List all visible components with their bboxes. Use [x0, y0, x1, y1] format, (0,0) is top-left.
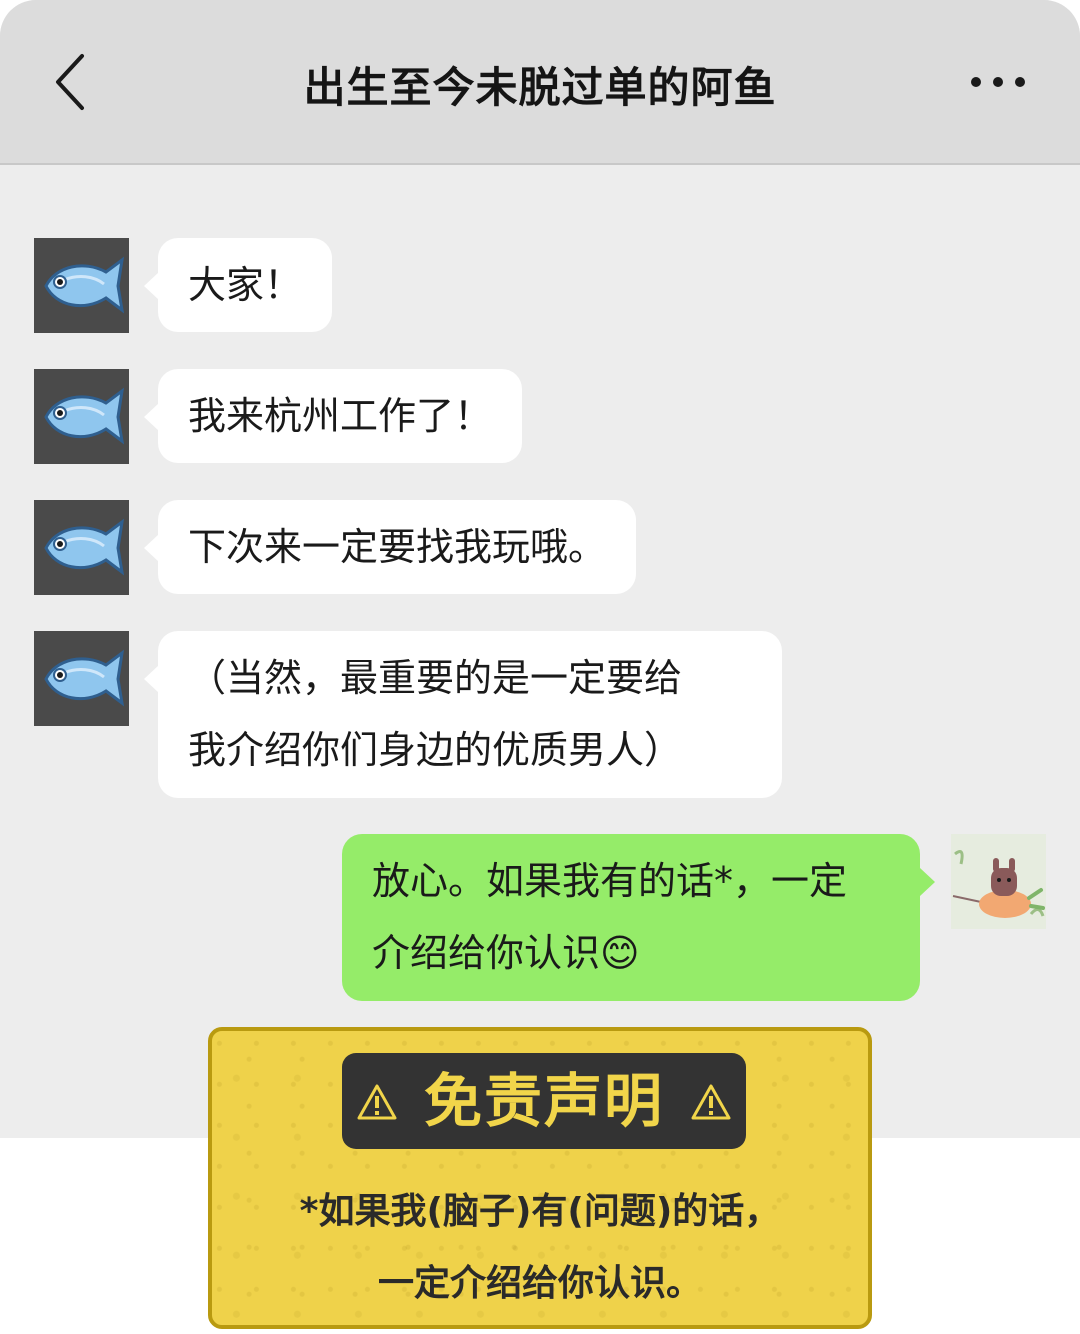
message-text: 我来杭州工作了！ — [188, 394, 493, 438]
fish-icon — [44, 649, 125, 707]
disclaimer-title: 免责声明 — [423, 1067, 664, 1135]
bunny-carrot-sticker-icon — [951, 834, 1046, 929]
sender-avatar[interactable] — [34, 500, 129, 595]
sender-avatar[interactable] — [34, 631, 129, 726]
fish-icon — [44, 387, 125, 445]
my-message-bubble[interactable]: 放心。如果我有的话*，一定 介绍给你认识😊 — [342, 834, 935, 1001]
message-text-line: 我介绍你们身边的优质男人） — [188, 728, 683, 772]
fish-icon — [44, 518, 125, 576]
message-text: 下次来一定要找我玩哦。 — [188, 525, 607, 569]
message-bubble[interactable]: （当然，最重要的是一定要给 我介绍你们身边的优质男人） — [144, 631, 782, 798]
message-text-line: （当然，最重要的是一定要给 — [188, 656, 683, 700]
fish-icon — [44, 256, 125, 314]
my-avatar[interactable] — [951, 834, 1046, 929]
disclaimer-title-box: 免责声明 — [342, 1053, 746, 1149]
chat-window: 出生至今未脱过单的阿鱼 大家！ 我来杭州工作了！ 下次来一定要找我玩哦。 （当然… — [0, 0, 1080, 1138]
sender-avatar[interactable] — [34, 238, 129, 333]
disclaimer-line: 一定介绍给你认识。 — [377, 1263, 702, 1304]
message-text-line: 介绍给你认识😊 — [372, 917, 890, 989]
more-options-icon[interactable] — [966, 70, 1030, 94]
message-text-line: 放心。如果我有的话*，一定 — [372, 859, 848, 903]
disclaimer-line: *如果我(脑子)有(问题)的话， — [299, 1191, 781, 1232]
message-bubble[interactable]: 大家！ — [143, 238, 333, 332]
smile-emoji-icon: 😊 — [600, 931, 640, 975]
message-bubble[interactable]: 我来杭州工作了！ — [143, 369, 523, 463]
message-text: 介绍给你认识 — [372, 931, 601, 975]
message-bubble[interactable]: 下次来一定要找我玩哦。 — [143, 500, 637, 594]
message-text: 大家！ — [188, 263, 303, 307]
chat-title: 出生至今未脱过单的阿鱼 — [303, 63, 777, 112]
sender-avatar[interactable] — [34, 369, 129, 464]
disclaimer-card: 免责声明 *如果我(脑子)有(问题)的话， 一定介绍给你认识。 — [208, 1027, 872, 1329]
chat-header: 出生至今未脱过单的阿鱼 — [0, 0, 1080, 165]
warning-icon — [691, 1084, 731, 1120]
